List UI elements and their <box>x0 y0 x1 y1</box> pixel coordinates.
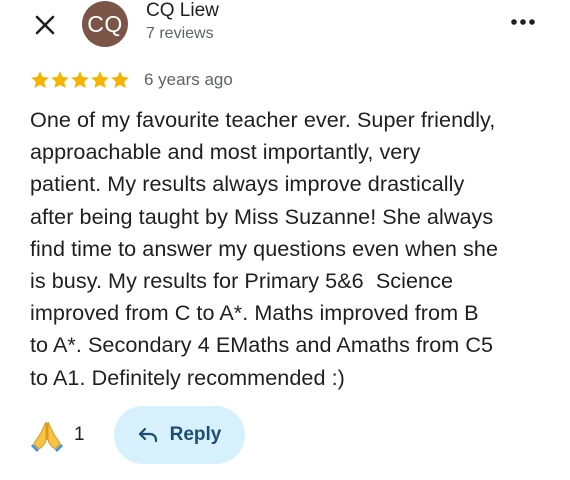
reply-arrow-icon <box>138 427 157 443</box>
review-text-line: approachable and most importantly, very <box>30 139 421 165</box>
review-count: 7 reviews <box>146 25 214 42</box>
review-text-line: to A1. Definitely recommended :) <box>30 364 345 390</box>
star-icon <box>51 71 69 88</box>
review-text-line: is busy. My results for Primary 5&6 Scie… <box>30 268 454 294</box>
reviewer-name[interactable]: CQ Liew <box>146 0 219 22</box>
reply-label: Reply <box>169 424 222 445</box>
review-text-line: patient. My results always improve drast… <box>30 171 465 197</box>
review-text-line: to A*. Secondary 4 EMaths and Amaths fro… <box>30 332 494 358</box>
star-icon <box>71 71 89 88</box>
review-text: One of my favourite teacher ever. Super … <box>30 104 550 394</box>
review-header: CQ CQ Liew 7 reviews <box>0 0 570 52</box>
star-icon <box>31 71 49 88</box>
review-text-line: One of my favourite teacher ever. Super … <box>30 107 496 132</box>
close-button[interactable] <box>28 8 62 42</box>
review-text-line: after being taught by Miss Suzanne! She … <box>30 203 494 229</box>
rating-row: 6 years ago <box>30 67 233 93</box>
folded-hands-icon <box>31 421 63 452</box>
review-text-line: find time to answer my questions even wh… <box>30 235 499 261</box>
more-horizontal-icon <box>511 19 535 25</box>
review-actions: 1 Reply <box>0 406 570 466</box>
star-rating <box>30 70 130 90</box>
reaction-count: 1 <box>74 424 85 445</box>
reaction-button[interactable]: 1 <box>30 418 85 452</box>
star-icon <box>91 71 109 88</box>
review-time: 6 years ago <box>144 70 233 89</box>
close-icon <box>35 15 55 35</box>
reply-button[interactable]: Reply <box>114 406 245 464</box>
review-text-line: improved from C to A*. Maths improved fr… <box>30 300 479 326</box>
more-options-button[interactable] <box>506 8 540 36</box>
avatar[interactable]: CQ <box>82 1 128 47</box>
star-icon <box>111 71 129 88</box>
